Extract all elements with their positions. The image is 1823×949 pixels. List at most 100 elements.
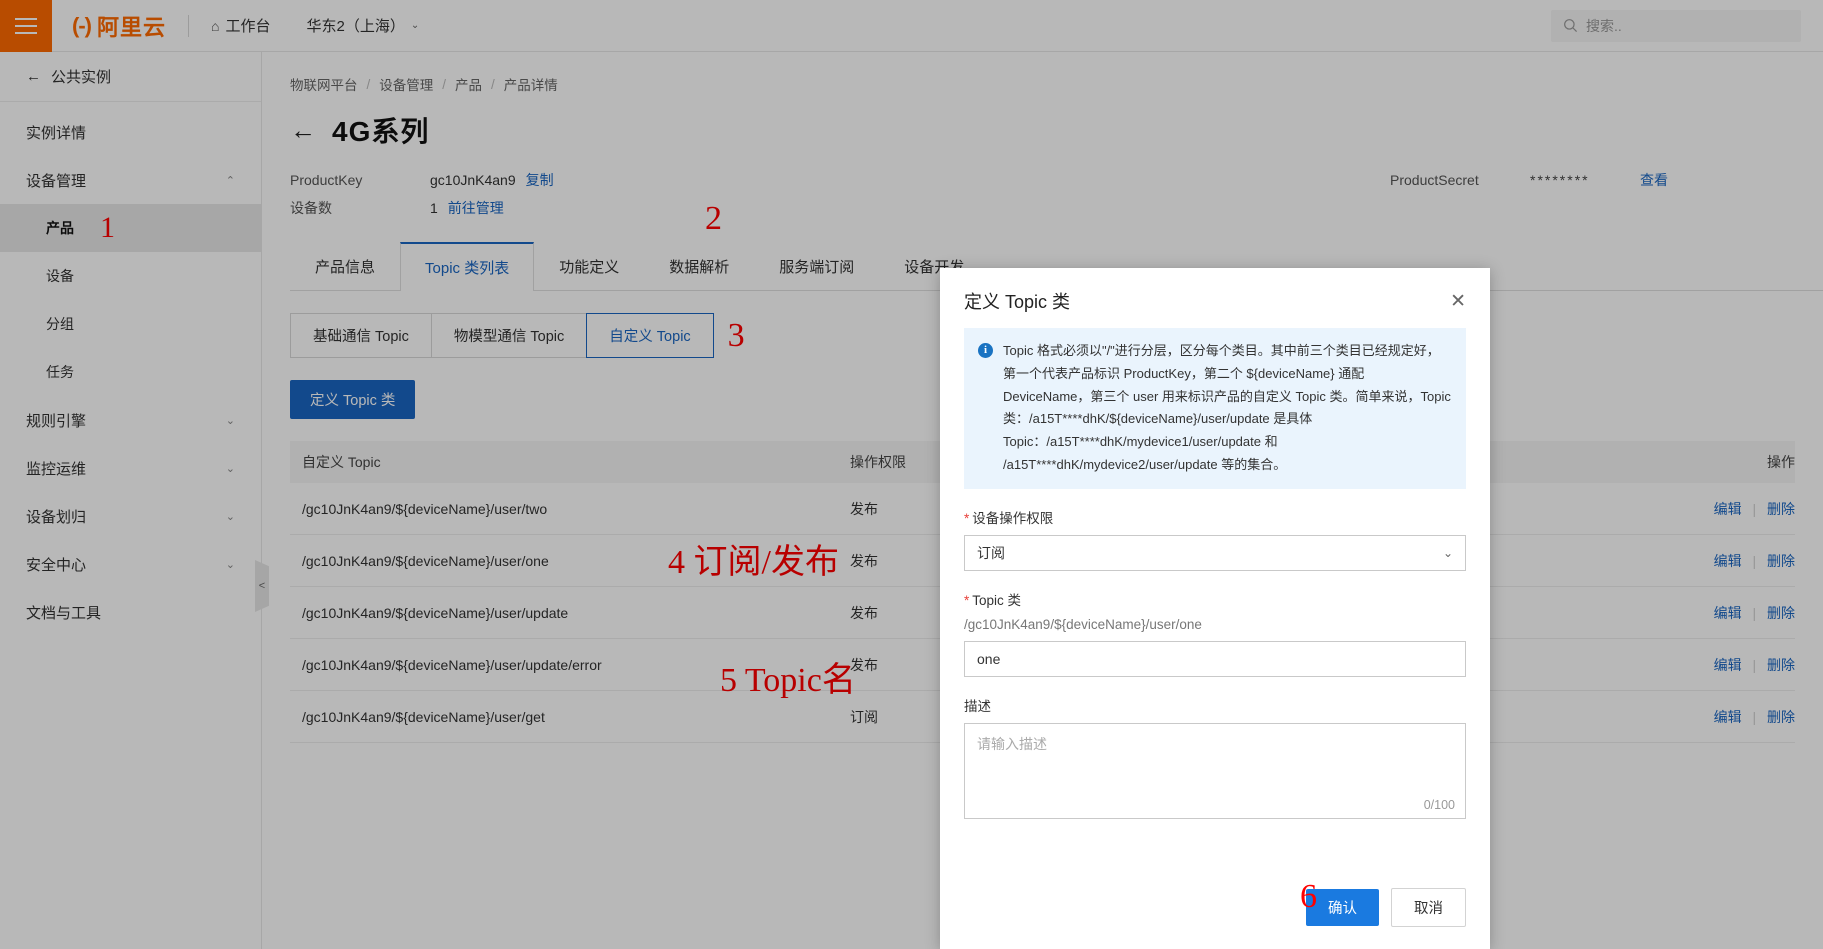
- logo-text: 阿里云: [97, 10, 166, 42]
- description-placeholder: 请输入描述: [965, 724, 1465, 764]
- arrow-left-icon: ←: [26, 68, 41, 85]
- sidebar-item-instance-detail[interactable]: 实例详情: [0, 108, 261, 156]
- subtab-tsl-communication-topic[interactable]: 物模型通信 Topic: [431, 313, 587, 358]
- breadcrumb-item-products[interactable]: 产品: [455, 74, 482, 94]
- go-to-device-management-link[interactable]: 前往管理: [448, 198, 504, 218]
- info-alert-text: Topic 格式必须以"/"进行分层，区分每个类目。其中前三个类目已经规定好，第…: [1003, 340, 1452, 477]
- sidebar-item-monitoring[interactable]: 监控运维 ⌄: [0, 444, 261, 492]
- edit-link[interactable]: 编辑: [1714, 605, 1742, 621]
- required-marker: *: [964, 593, 969, 608]
- annotation-1: 1: [100, 213, 115, 243]
- annotation-3: 3: [728, 319, 745, 353]
- sidebar-item-label: 设备管理: [26, 170, 86, 191]
- permission-select[interactable]: 订阅 ⌄: [964, 535, 1466, 571]
- breadcrumb-item-iot-platform[interactable]: 物联网平台: [290, 74, 358, 94]
- modal-header: 定义 Topic 类 ✕: [940, 268, 1490, 328]
- sidebar-collapse-handle[interactable]: <: [255, 560, 269, 612]
- sidebar-back-public-instance[interactable]: ← 公共实例: [0, 52, 261, 102]
- edit-link[interactable]: 编辑: [1714, 709, 1742, 725]
- column-header-action: 操作: [1675, 452, 1795, 472]
- logo-mark-icon: (-): [72, 13, 91, 39]
- required-marker: *: [964, 511, 969, 526]
- cancel-button[interactable]: 取消: [1391, 888, 1466, 927]
- sidebar-item-device-assignment[interactable]: 设备划归 ⌄: [0, 492, 261, 540]
- permission-label: *设备操作权限: [964, 507, 1466, 527]
- page-title-row: ← 4G系列: [262, 94, 1823, 150]
- sidebar-item-groups[interactable]: 分组: [0, 300, 261, 348]
- sidebar: ← 公共实例 实例详情 设备管理 ⌃ 产品 1 设备 分组: [0, 52, 262, 949]
- sidebar-menu: 实例详情 设备管理 ⌃ 产品 1 设备 分组 任务 规则引擎: [0, 102, 261, 636]
- sidebar-item-rule-engine[interactable]: 规则引擎 ⌄: [0, 396, 261, 444]
- define-topic-button[interactable]: 定义 Topic 类: [290, 380, 415, 419]
- tab-topic-list[interactable]: Topic 类列表: [400, 242, 534, 291]
- product-key-label: ProductKey: [290, 172, 430, 188]
- subtab-custom-topic[interactable]: 自定义 Topic: [586, 313, 713, 358]
- home-icon: ⌂: [211, 18, 219, 34]
- sidebar-item-label: 安全中心: [26, 554, 86, 575]
- region-selector[interactable]: 华东2（上海） ⌄: [288, 0, 437, 52]
- view-product-secret-link[interactable]: 查看: [1640, 170, 1668, 190]
- sidebar-item-label: 实例详情: [26, 122, 86, 143]
- workbench-nav-item[interactable]: ⌂ 工作台: [193, 0, 288, 52]
- chevron-down-icon: ⌄: [226, 558, 235, 571]
- device-count-row: 设备数 1 前往管理 2: [290, 194, 1823, 222]
- delete-link[interactable]: 删除: [1767, 657, 1795, 673]
- sidebar-item-device-management[interactable]: 设备管理 ⌃: [0, 156, 261, 204]
- annotation-2: 2: [705, 202, 722, 236]
- tab-product-info[interactable]: 产品信息: [290, 242, 400, 290]
- modal-footer: 6 确认 取消: [940, 874, 1490, 949]
- product-secret-label: ProductSecret: [1390, 172, 1479, 188]
- sidebar-item-label: 监控运维: [26, 458, 86, 479]
- sidebar-item-label: 产品: [46, 218, 74, 238]
- product-key-row: ProductKey gc10JnK4an9 复制 ProductSecret …: [290, 166, 1823, 194]
- sidebar-item-security-center[interactable]: 安全中心 ⌄: [0, 540, 261, 588]
- topic-label: *Topic 类: [964, 589, 1466, 609]
- tab-feature-definition[interactable]: 功能定义: [534, 242, 644, 290]
- breadcrumb: 物联网平台 / 设备管理 / 产品 / 产品详情: [262, 52, 1823, 94]
- hamburger-menu-icon[interactable]: [0, 0, 52, 52]
- delete-link[interactable]: 删除: [1767, 605, 1795, 621]
- annotation-5: 5 Topic名: [720, 664, 856, 698]
- tab-data-parsing[interactable]: 数据解析: [644, 242, 754, 290]
- sidebar-item-products[interactable]: 产品 1: [0, 204, 261, 252]
- product-meta: ProductKey gc10JnK4an9 复制 ProductSecret …: [262, 150, 1823, 222]
- sidebar-item-devices[interactable]: 设备: [0, 252, 261, 300]
- copy-product-key-link[interactable]: 复制: [526, 170, 554, 190]
- product-secret-value: ********: [1530, 172, 1590, 188]
- sidebar-item-docs-tools[interactable]: 文档与工具: [0, 588, 261, 636]
- edit-link[interactable]: 编辑: [1714, 657, 1742, 673]
- cell-actions: 编辑 | 删除: [1675, 499, 1795, 519]
- cell-actions: 编辑 | 删除: [1675, 551, 1795, 571]
- cell-topic: /gc10JnK4an9/${deviceName}/user/two: [290, 501, 850, 517]
- cell-topic: /gc10JnK4an9/${deviceName}/user/get: [290, 709, 850, 725]
- column-header-topic: 自定义 Topic: [290, 452, 850, 472]
- device-count-label: 设备数: [290, 198, 430, 218]
- close-icon[interactable]: ✕: [1450, 292, 1466, 311]
- search-input[interactable]: 搜索..: [1551, 10, 1801, 42]
- tab-server-subscription[interactable]: 服务端订阅: [754, 242, 879, 290]
- topic-name-input[interactable]: one: [964, 641, 1466, 677]
- info-alert: i Topic 格式必须以"/"进行分层，区分每个类目。其中前三个类目已经规定好…: [964, 328, 1466, 489]
- search-placeholder: 搜索..: [1586, 16, 1622, 36]
- top-bar: (-) 阿里云 ⌂ 工作台 华东2（上海） ⌄ 搜索..: [0, 0, 1823, 52]
- breadcrumb-item-product-detail: 产品详情: [504, 74, 558, 94]
- edit-link[interactable]: 编辑: [1714, 501, 1742, 517]
- page-back-arrow-icon[interactable]: ←: [290, 117, 316, 143]
- annotation-6: 6: [1300, 880, 1317, 914]
- sidebar-item-tasks[interactable]: 任务: [0, 348, 261, 396]
- topic-label-text: Topic 类: [972, 593, 1021, 608]
- description-textarea[interactable]: 请输入描述 0/100: [964, 723, 1466, 819]
- description-label: 描述: [964, 695, 1466, 715]
- delete-link[interactable]: 删除: [1767, 709, 1795, 725]
- delete-link[interactable]: 删除: [1767, 501, 1795, 517]
- cell-topic: /gc10JnK4an9/${deviceName}/user/update: [290, 605, 850, 621]
- annotation-4: 4 订阅/发布: [668, 546, 839, 580]
- subtab-basic-communication-topic[interactable]: 基础通信 Topic: [290, 313, 432, 358]
- delete-link[interactable]: 删除: [1767, 553, 1795, 569]
- chevron-down-icon: ⌄: [226, 510, 235, 523]
- sidebar-item-label: 设备划归: [26, 506, 86, 527]
- alibaba-cloud-logo[interactable]: (-) 阿里云: [52, 0, 184, 52]
- edit-link[interactable]: 编辑: [1714, 553, 1742, 569]
- breadcrumb-item-device-management[interactable]: 设备管理: [379, 74, 433, 94]
- action-separator: |: [1752, 709, 1756, 725]
